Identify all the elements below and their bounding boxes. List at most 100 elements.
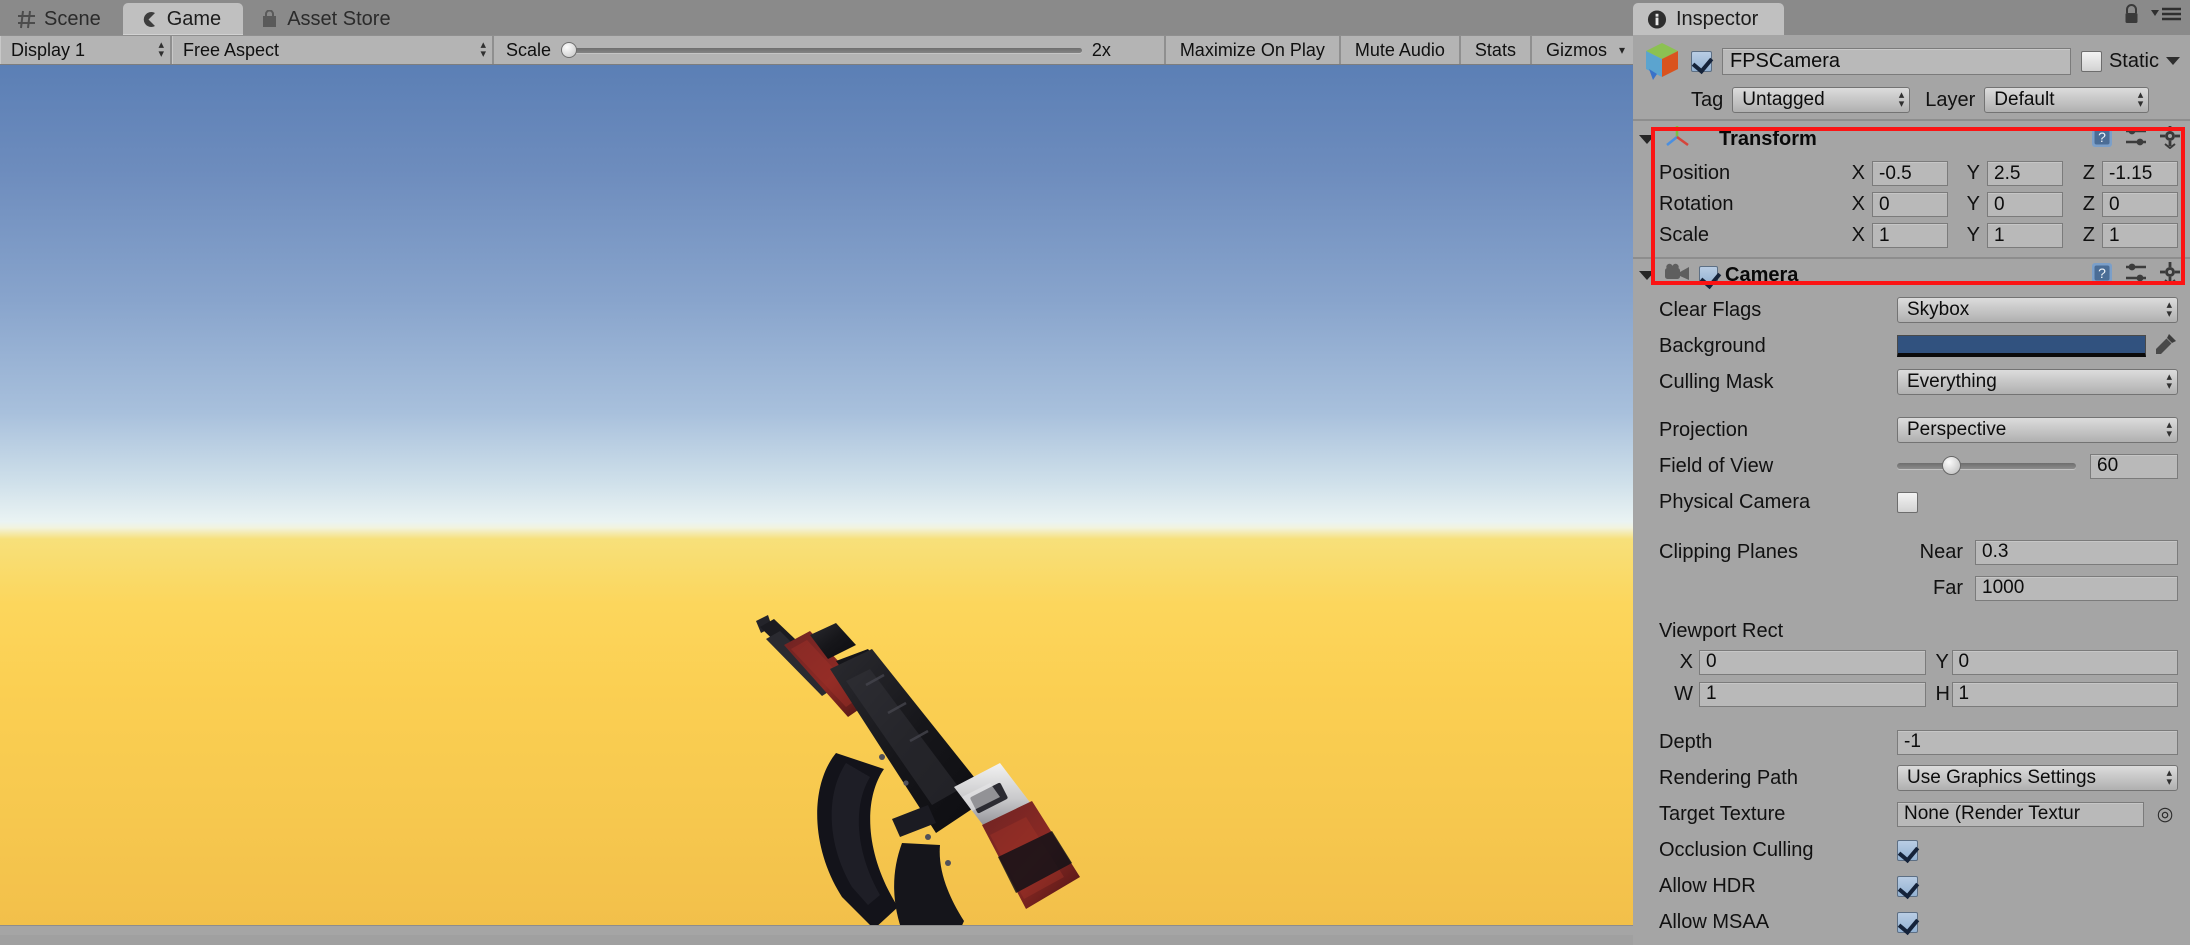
viewport-w-value: 1 <box>1706 683 1717 704</box>
viewport-h-field[interactable]: 1 <box>1951 681 2178 707</box>
projection-dropdown[interactable]: Perspective ▴ ▾ <box>1897 417 2178 443</box>
camera-enabled-checkbox[interactable] <box>1699 266 1718 285</box>
display-value: Display 1 <box>11 39 86 60</box>
tag-dropdown[interactable]: Untagged ▴ ▾ <box>1732 87 1911 113</box>
axis-label-x: X <box>1851 193 1865 215</box>
scale-x-field[interactable]: 1 <box>1872 223 1948 248</box>
depth-field[interactable]: -1 <box>1897 729 2178 755</box>
physical-camera-checkbox[interactable] <box>1897 491 1918 513</box>
mute-audio-button[interactable]: Mute Audio <box>1338 36 1459 64</box>
tab-asset-store[interactable]: Asset Store <box>243 3 412 35</box>
background-label: Background <box>1659 334 1766 357</box>
scale-slider[interactable] <box>561 41 1082 58</box>
occlusion-culling-checkbox[interactable] <box>1897 839 1918 861</box>
scale-y-value: 1 <box>1994 224 2005 246</box>
viewport-y-label: Y <box>1935 650 1949 673</box>
viewport-x-field[interactable]: 0 <box>1699 649 1926 675</box>
allow-msaa-row: Allow MSAA <box>1633 904 2190 940</box>
help-icon[interactable]: ? <box>2090 125 2114 154</box>
axis-label-z: Z <box>2082 162 2095 184</box>
game-render-view[interactable] <box>0 65 1633 935</box>
clipping-far-field[interactable]: 1000 <box>1975 575 2178 601</box>
scale-slider-knob[interactable] <box>561 41 578 58</box>
tag-label: Tag <box>1691 88 1724 111</box>
aspect-dropdown[interactable]: Free Aspect ▴ ▾ <box>172 36 492 64</box>
axis-label-y: Y <box>1966 193 1980 215</box>
field-of-view-slider-knob[interactable] <box>1941 456 1961 475</box>
tab-game[interactable]: Game <box>122 3 244 35</box>
scale-y-field[interactable]: 1 <box>1987 223 2063 248</box>
target-texture-field[interactable]: None (Render Textur <box>1897 801 2144 827</box>
gameobject-enabled-checkbox[interactable] <box>1691 50 1712 72</box>
scale-control[interactable]: Scale 2x <box>492 36 1164 64</box>
stats-button[interactable]: Stats <box>1458 36 1530 64</box>
viewport-y-field[interactable]: 0 <box>1951 649 2178 675</box>
position-z-field[interactable]: -1.15 <box>2102 161 2178 186</box>
transform-component-header[interactable]: Transform ? <box>1633 121 2190 158</box>
clear-flags-row: Clear Flags Skybox ▴ ▾ <box>1633 292 2190 328</box>
scale-label: Scale <box>1659 224 1710 246</box>
object-picker-icon[interactable]: ◎ <box>2152 803 2178 826</box>
button-label: Stats <box>1474 39 1516 60</box>
gear-icon[interactable] <box>2158 261 2182 290</box>
layer-dropdown[interactable]: Default ▴ ▾ <box>1984 87 2150 113</box>
eyedropper-icon[interactable] <box>2154 332 2178 361</box>
position-y-field[interactable]: 2.5 <box>1987 161 2063 186</box>
projection-label: Projection <box>1659 418 1748 441</box>
tab-scene[interactable]: Scene <box>0 3 123 35</box>
display-dropdown[interactable]: Display 1 ▴ ▾ <box>0 36 170 64</box>
store-icon <box>259 9 279 29</box>
help-icon[interactable]: ? <box>2090 261 2114 290</box>
viewport-rect-label: Viewport Rect <box>1659 619 1784 642</box>
chevron-updown-icon: ▴ ▾ <box>2166 419 2172 440</box>
field-of-view-field[interactable]: 60 <box>2090 453 2178 479</box>
background-color-swatch[interactable] <box>1897 335 2146 357</box>
clipping-planes-label: Clipping Planes <box>1659 540 1798 563</box>
preset-icon[interactable] <box>2124 126 2148 153</box>
position-x-field[interactable]: -0.5 <box>1872 161 1948 186</box>
foldout-arrow-icon[interactable] <box>1639 271 1655 280</box>
static-control[interactable]: Static <box>2080 50 2180 73</box>
foldout-arrow-icon[interactable] <box>1639 135 1655 144</box>
scale-z-field[interactable]: 1 <box>2102 223 2178 248</box>
viewport-rect-xy-row: X 0 Y 0 <box>1633 646 2190 678</box>
occlusion-culling-row: Occlusion Culling <box>1633 832 2190 868</box>
transform-title: Transform <box>1719 128 1817 150</box>
inspector-content: FPSCamera Static Tag Untagged ▴ ▾ Layer D… <box>1633 35 2190 945</box>
camera-component-header[interactable]: Camera ? <box>1633 259 2190 292</box>
rotation-x-field[interactable]: 0 <box>1872 192 1948 217</box>
scale-value: 2x <box>1091 39 1111 60</box>
chevron-down-icon: ▾ <box>1618 43 1625 57</box>
depth-label: Depth <box>1659 730 1713 753</box>
viewport-w-label: W <box>1674 682 1693 705</box>
component-header-icons: ? <box>2090 261 2182 290</box>
clear-flags-dropdown[interactable]: Skybox ▴ ▾ <box>1897 297 2178 323</box>
tab-label: Scene <box>44 7 101 30</box>
allow-hdr-checkbox[interactable] <box>1897 875 1918 897</box>
static-checkbox[interactable] <box>2080 50 2102 72</box>
preset-icon[interactable] <box>2124 262 2148 289</box>
component-header-icons: ? <box>2090 125 2182 154</box>
chevron-updown-icon: ▴ ▾ <box>2166 767 2172 788</box>
gameobject-name-field[interactable]: FPSCamera <box>1722 47 2071 75</box>
lock-icon[interactable] <box>2122 3 2141 30</box>
rendering-path-row: Rendering Path Use Graphics Settings ▴ ▾ <box>1633 760 2190 796</box>
svg-text:?: ? <box>2098 129 2106 145</box>
maximize-on-play-button[interactable]: Maximize On Play <box>1163 36 1339 64</box>
rotation-label: Rotation <box>1659 193 1734 215</box>
clear-flags-label: Clear Flags <box>1659 298 1762 321</box>
rotation-y-field[interactable]: 0 <box>1987 192 2063 217</box>
allow-msaa-checkbox[interactable] <box>1897 911 1918 933</box>
rendering-path-dropdown[interactable]: Use Graphics Settings ▴ ▾ <box>1897 765 2178 791</box>
field-of-view-slider[interactable] <box>1897 456 2076 475</box>
clipping-near-field[interactable]: 0.3 <box>1975 539 2178 565</box>
gear-icon[interactable] <box>2158 125 2182 154</box>
svg-text:?: ? <box>2098 265 2106 281</box>
gizmos-dropdown[interactable]: Gizmos ▾ <box>1529 36 1633 64</box>
tab-inspector[interactable]: Inspector <box>1633 3 1785 35</box>
viewport-w-field[interactable]: 1 <box>1699 681 1926 707</box>
culling-mask-dropdown[interactable]: Everything ▴ ▾ <box>1897 369 2178 395</box>
rotation-z-field[interactable]: 0 <box>2102 192 2178 217</box>
hamburger-menu-icon[interactable] <box>2150 4 2182 29</box>
chevron-down-icon[interactable] <box>2166 57 2180 65</box>
